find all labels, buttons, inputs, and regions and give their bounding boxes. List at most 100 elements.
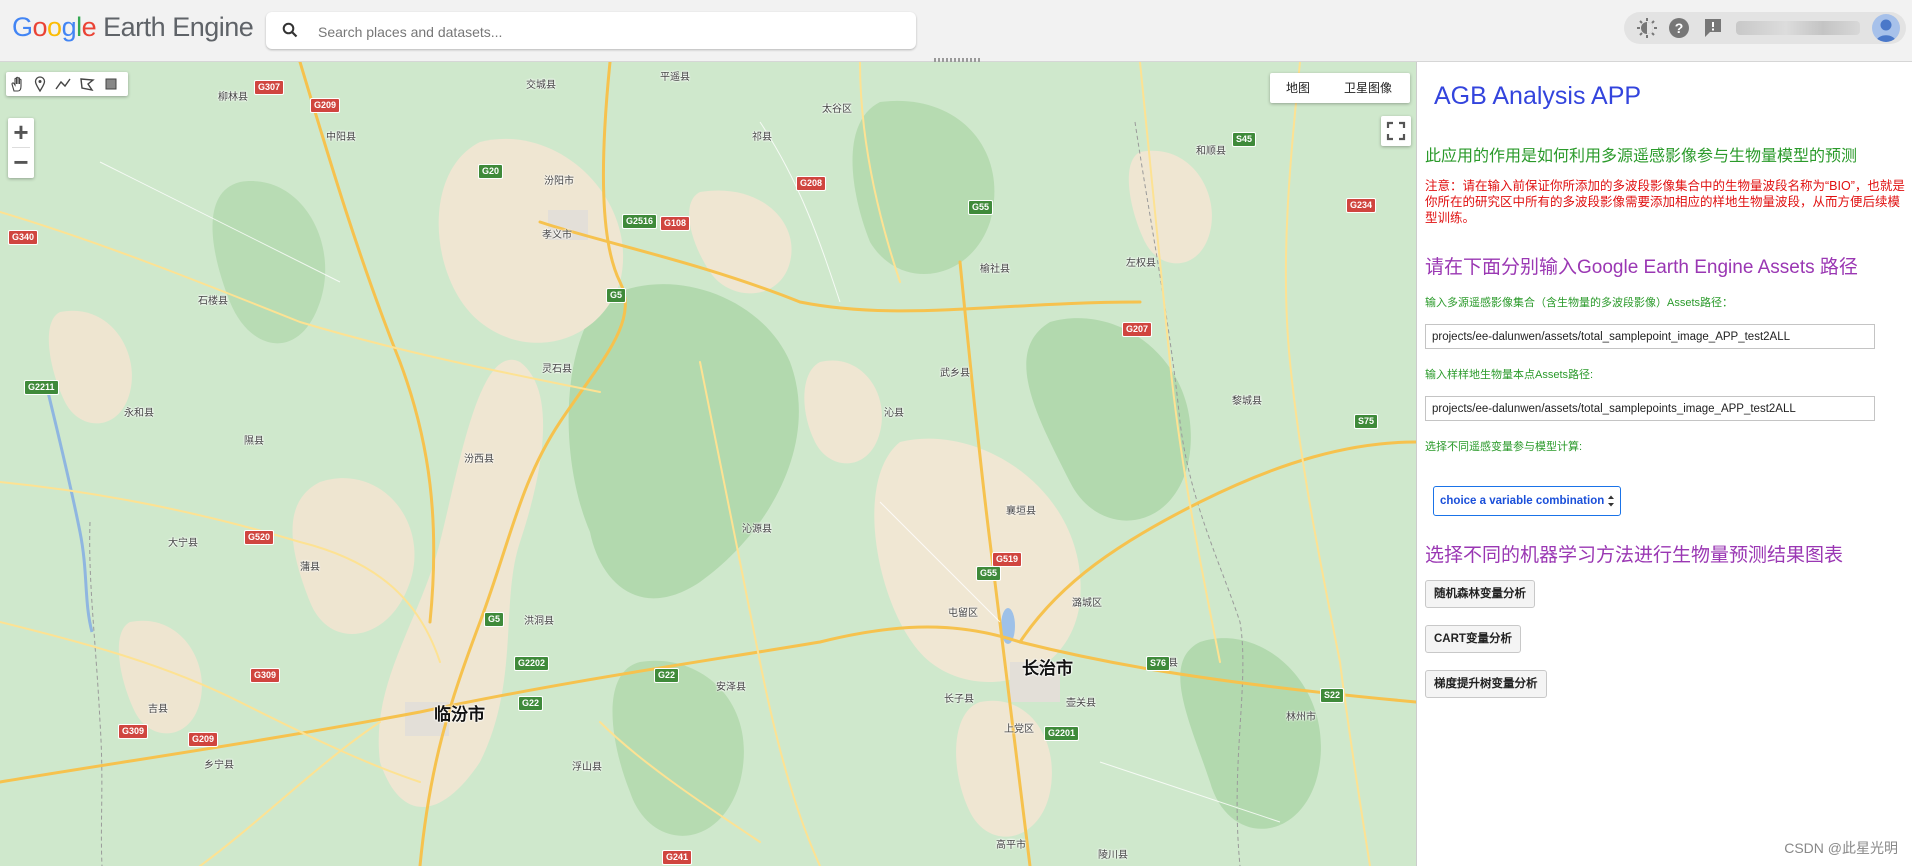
map-view[interactable]: 临汾市 长治市 柳林县 中阳县 交城县 汾阳市 孝义市 太谷区 祁县 石楼县 灵… — [0, 62, 1416, 866]
place-label: 陵川县 — [1098, 850, 1128, 861]
place-label: 左权县 — [1126, 258, 1156, 269]
place-label: 柳林县 — [218, 92, 248, 103]
user-icon — [1876, 19, 1896, 42]
road-shield: G207 — [1122, 322, 1153, 337]
map-type-satellite-button[interactable]: 卫星图像 — [1326, 73, 1410, 103]
place-label: 黎城县 — [1232, 396, 1262, 407]
feedback-icon[interactable] — [1702, 17, 1724, 39]
road-shield: G2211 — [24, 380, 59, 395]
draw-polygon-icon[interactable] — [78, 75, 96, 93]
place-label: 沁县 — [884, 408, 904, 419]
cart-button[interactable]: CART变量分析 — [1425, 625, 1521, 653]
road-shield: S45 — [1232, 132, 1257, 147]
road-shield: G5 — [484, 612, 505, 627]
road-shield: G241 — [662, 850, 693, 865]
road-shield: G2516 — [622, 214, 658, 229]
road-shield: G519 — [992, 552, 1023, 567]
road-shield: S75 — [1354, 414, 1379, 429]
road-shield: G209 — [188, 732, 219, 747]
theme-toggle-icon[interactable] — [1636, 17, 1658, 39]
product-name: Earth Engine — [103, 12, 254, 42]
place-label: 隰县 — [244, 436, 264, 447]
image-collection-label: 输入多源遥感影像集合（含生物量的多波段影像）Assets路径： — [1425, 297, 1734, 309]
road-shield: G208 — [796, 176, 827, 191]
place-label: 高平市 — [996, 840, 1026, 851]
gradient-boosting-button[interactable]: 梯度提升树变量分析 — [1425, 670, 1547, 698]
map-type-control: 地图 卫星图像 — [1270, 73, 1410, 103]
draw-rectangle-icon[interactable] — [102, 75, 120, 93]
city-label-linfen: 临汾市 — [434, 705, 485, 724]
place-label: 乡宁县 — [204, 760, 234, 771]
city-label-changzhi: 长治市 — [1022, 659, 1073, 678]
image-collection-path-input[interactable] — [1425, 324, 1875, 349]
place-label: 安泽县 — [716, 682, 746, 693]
road-shield: S76 — [1146, 656, 1171, 671]
road-shield: S22 — [1320, 688, 1345, 703]
zoom-out-button[interactable]: − — [8, 148, 34, 177]
place-label: 长子县 — [944, 694, 974, 705]
place-label: 上党区 — [1004, 724, 1034, 735]
hand-pan-icon[interactable] — [9, 75, 27, 93]
road-shield: G309 — [250, 668, 281, 683]
ml-methods-heading: 选择不同的机器学习方法进行生物量预测结果图表 — [1425, 545, 1844, 566]
road-shield: G108 — [660, 216, 691, 231]
app-panel: AGB Analysis APP 此应用的作用是如何利用多源遥感影像参与生物量模… — [1416, 62, 1912, 866]
account-name-blurred[interactable] — [1736, 21, 1860, 35]
variables-label: 选择不同遥感变量参与模型计算: — [1425, 441, 1583, 453]
place-label: 浮山县 — [572, 762, 602, 773]
fullscreen-icon — [1386, 121, 1406, 141]
place-label: 林州市 — [1286, 712, 1316, 723]
place-label: 汾西县 — [464, 454, 494, 465]
draw-line-icon[interactable] — [54, 75, 72, 93]
place-label: 洪洞县 — [524, 616, 554, 627]
search-box[interactable] — [266, 12, 916, 51]
app-description: 此应用的作用是如何利用多源遥感影像参与生物量模型的预测 — [1425, 148, 1858, 165]
select-arrows-icon — [1608, 495, 1614, 507]
place-label: 蒲县 — [300, 562, 320, 573]
app-title: AGB Analysis APP — [1434, 82, 1642, 110]
place-label: 汾阳市 — [544, 176, 574, 187]
road-shield: G5 — [606, 288, 627, 303]
search-input[interactable] — [316, 12, 900, 51]
google-wordmark: Google — [12, 12, 97, 42]
place-label: 襄垣县 — [1006, 506, 1036, 517]
place-label: 和顺县 — [1196, 146, 1226, 157]
map-type-roadmap-button[interactable]: 地图 — [1270, 73, 1326, 103]
place-label: 屯留区 — [948, 608, 978, 619]
place-label: 平遥县 — [660, 72, 690, 83]
road-shield: G2202 — [514, 656, 550, 671]
random-forest-button[interactable]: 随机森林变量分析 — [1425, 580, 1535, 608]
place-label: 灵石县 — [542, 364, 572, 375]
header-tools: ? — [1624, 12, 1906, 44]
sample-points-label: 输入样样地生物量本点Assets路径: — [1425, 369, 1594, 381]
top-bar: Google Earth Engine ? — [0, 0, 1912, 64]
zoom-in-button[interactable]: + — [8, 118, 34, 147]
road-shield: G22 — [518, 696, 544, 711]
svg-text:?: ? — [1675, 20, 1684, 36]
search-icon — [282, 22, 298, 38]
place-label: 吉县 — [148, 704, 168, 715]
place-label: 孝义市 — [542, 230, 572, 241]
assets-heading: 请在下面分别输入Google Earth Engine Assets 路径 — [1425, 257, 1858, 278]
fullscreen-button[interactable] — [1381, 116, 1411, 146]
earth-engine-logo[interactable]: Google Earth Engine — [12, 12, 254, 43]
add-marker-icon[interactable] — [31, 75, 49, 93]
sample-points-path-input[interactable] — [1425, 396, 1875, 421]
place-label: 沁源县 — [742, 524, 772, 535]
select-value: choice a variable combination — [1440, 495, 1605, 507]
place-label: 石楼县 — [198, 296, 228, 307]
road-shield: G309 — [118, 724, 149, 739]
place-label: 壶关县 — [1066, 698, 1096, 709]
place-label: 潞城区 — [1072, 598, 1102, 609]
place-label: 祁县 — [752, 132, 772, 143]
place-label: 武乡县 — [940, 368, 970, 379]
avatar[interactable] — [1872, 14, 1900, 42]
road-shield: G20 — [478, 164, 504, 179]
road-shield: G22 — [654, 668, 680, 683]
place-label: 永和县 — [124, 408, 154, 419]
road-shield: G234 — [1346, 198, 1377, 213]
road-shield: G209 — [310, 98, 341, 113]
help-icon[interactable]: ? — [1668, 17, 1690, 39]
road-shield: G340 — [8, 230, 39, 245]
variable-combination-select[interactable]: choice a variable combination — [1433, 486, 1621, 516]
